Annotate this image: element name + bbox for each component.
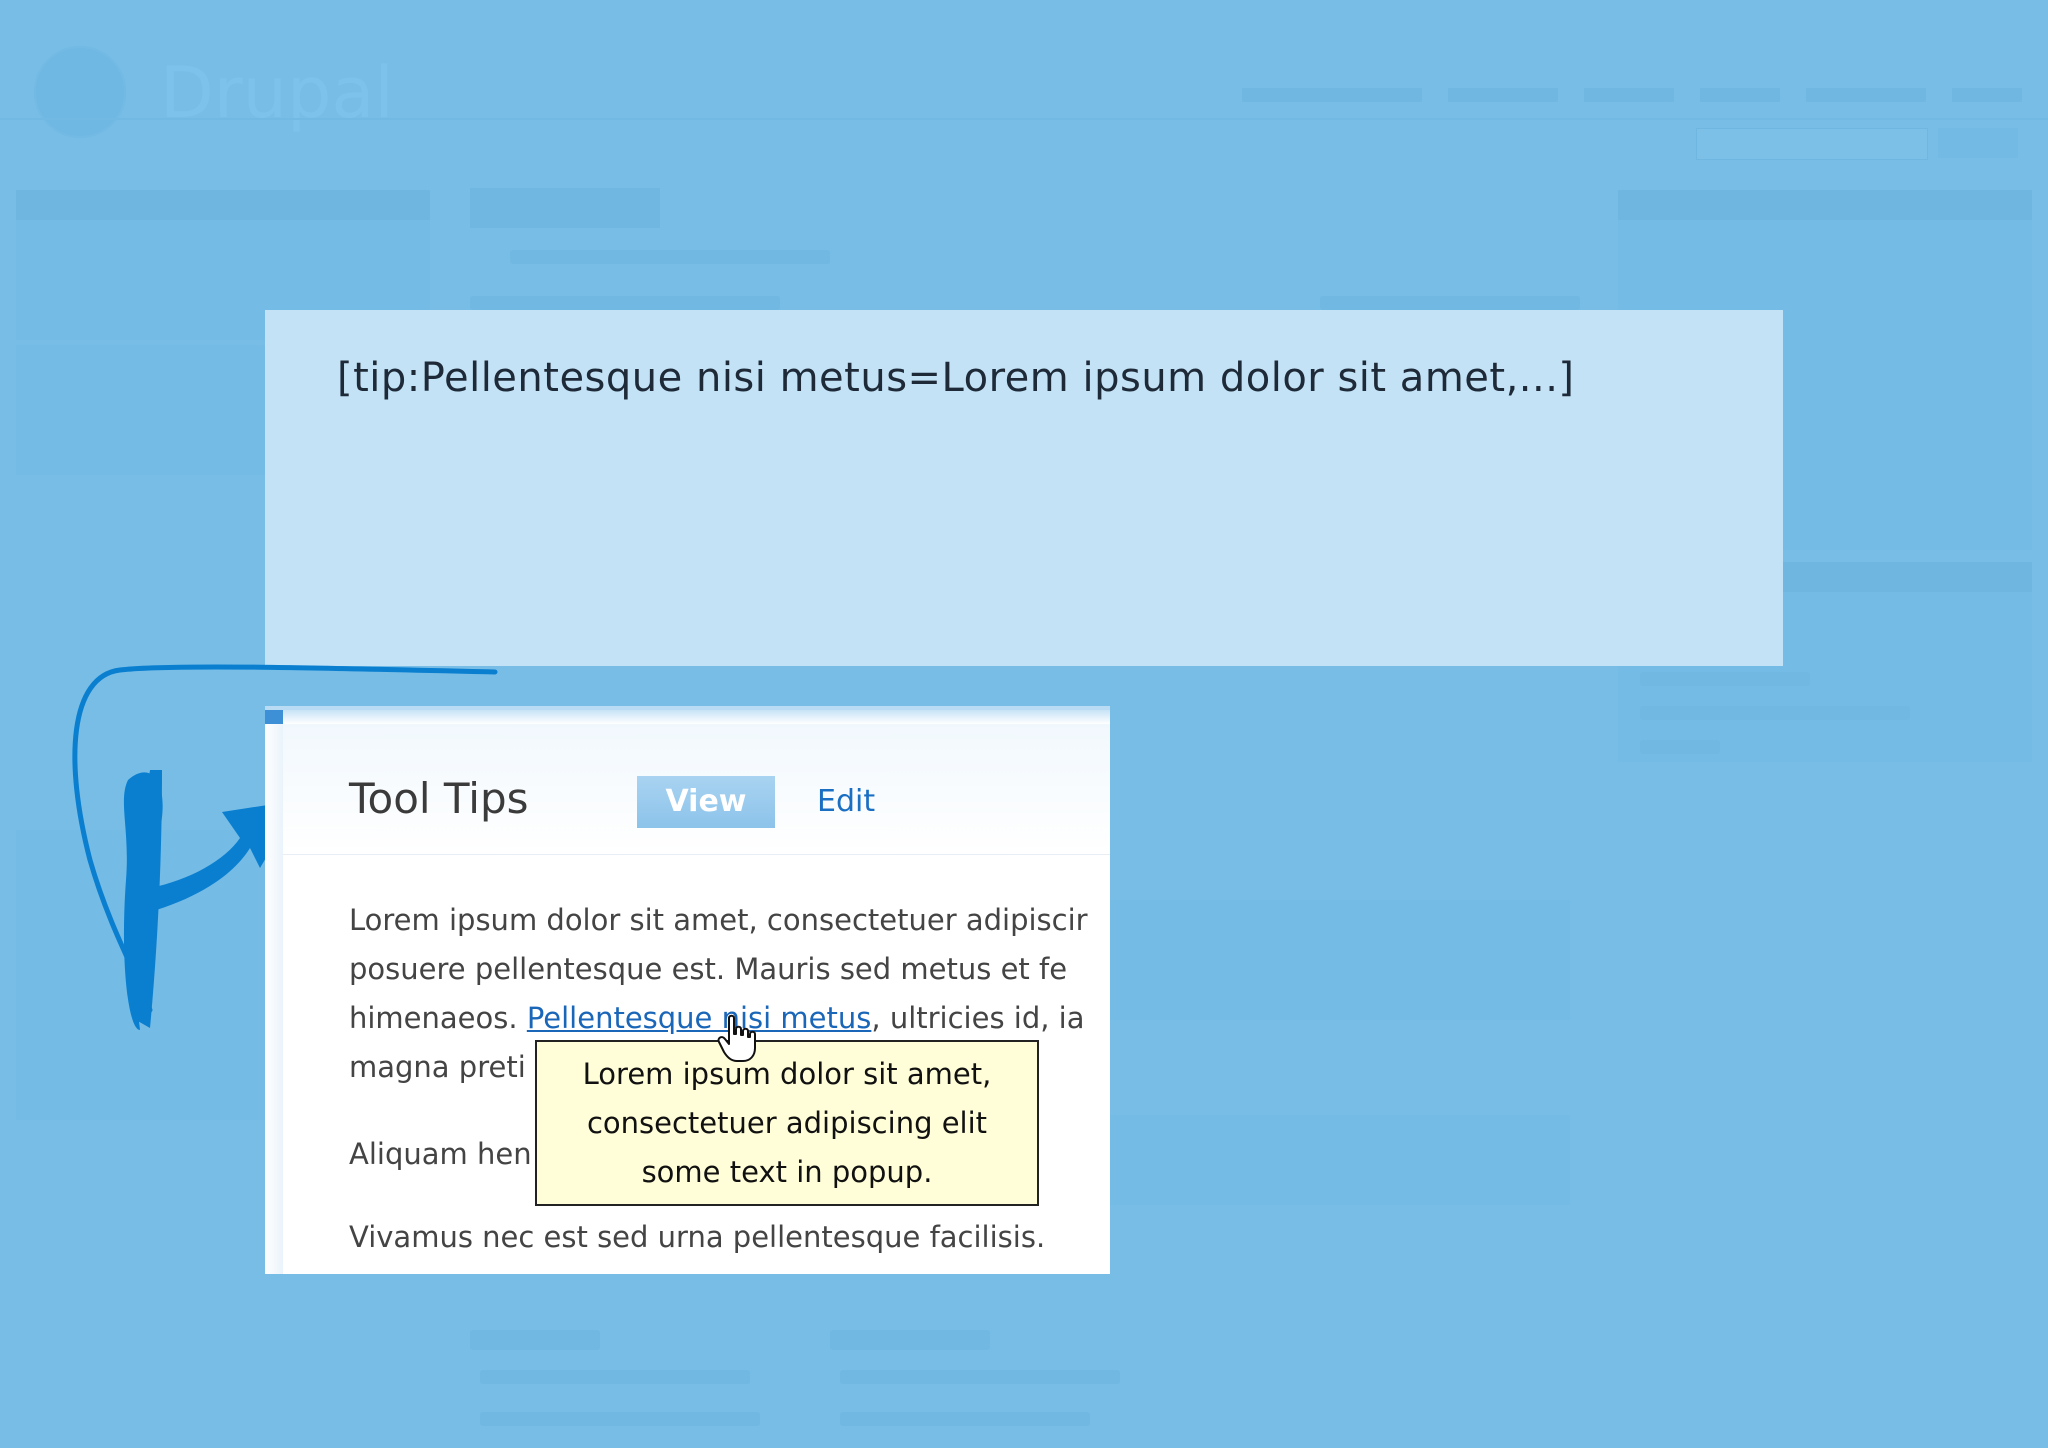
- background-meta: [470, 296, 780, 310]
- tip-syntax-text: [tip:Pellentesque nisi metus=Lorem ipsum…: [337, 355, 1575, 401]
- paragraph-line: Lorem ipsum dolor sit amet, consectetuer…: [349, 903, 1088, 937]
- body-paragraph-3: Vivamus nec est sed urna pellentesque fa…: [349, 1220, 1046, 1254]
- tooltip-demo-screenshot: Tool Tips View Edit Lorem ipsum dolor si…: [265, 706, 1110, 1274]
- footer-link: [840, 1412, 1090, 1426]
- tab-view[interactable]: View: [637, 776, 775, 828]
- window-left-gradient: [265, 710, 283, 1274]
- left-sidebar-block-2: [16, 345, 266, 475]
- background-tabs: [510, 250, 830, 264]
- background-table-2: [1110, 1115, 1570, 1205]
- tooltip-line: Lorem ipsum dolor sit amet,: [582, 1057, 992, 1091]
- background-search-button: [1938, 128, 2018, 158]
- footer-heading: [830, 1330, 990, 1350]
- left-sidebar-header: [16, 190, 430, 220]
- tooltip-line: consectetuer adipiscing elit: [586, 1106, 988, 1140]
- right-sidebar-header: [1618, 190, 2032, 220]
- paragraph-text: , ultricies id, ia: [871, 1001, 1085, 1035]
- tooltip-line: some text in popup.: [641, 1155, 933, 1189]
- paragraph-text: himenaeos.: [349, 1001, 527, 1035]
- hand-cursor-icon: [717, 1014, 756, 1062]
- drupal-logo-icon: [34, 46, 126, 138]
- tab-edit[interactable]: Edit: [817, 776, 875, 828]
- paragraph-text: Aliquam hen: [349, 1137, 532, 1171]
- logo-text: Drupal: [160, 52, 394, 134]
- right-list-item: [1640, 672, 1810, 686]
- right-list-item: [1640, 740, 1720, 754]
- background-search-input: [1696, 128, 1928, 160]
- top-navigation: [1242, 82, 2022, 102]
- background-meta-right: [1320, 296, 1580, 310]
- background-table: [1110, 900, 1570, 1020]
- header-divider: [0, 118, 2048, 120]
- left-sidebar-block-3: [16, 830, 266, 1120]
- footer-link: [480, 1370, 750, 1384]
- paragraph-line: posuere pellentesque est. Mauris sed met…: [349, 952, 1068, 986]
- window-corner-accent: [265, 710, 283, 724]
- footer-link: [840, 1370, 1120, 1384]
- background-title: [470, 188, 660, 228]
- tooltip-popup: Lorem ipsum dolor sit amet, consectetuer…: [535, 1040, 1039, 1206]
- right-list-item: [1640, 706, 1910, 720]
- window-top-gradient: [265, 710, 1110, 724]
- tooltip-link[interactable]: Pellentesque nisi metus: [527, 1001, 872, 1035]
- code-panel: [tip:Pellentesque nisi metus=Lorem ipsum…: [265, 310, 1783, 666]
- page-title: Tool Tips: [349, 774, 529, 823]
- footer-link: [480, 1412, 760, 1426]
- footer-heading: [470, 1330, 600, 1350]
